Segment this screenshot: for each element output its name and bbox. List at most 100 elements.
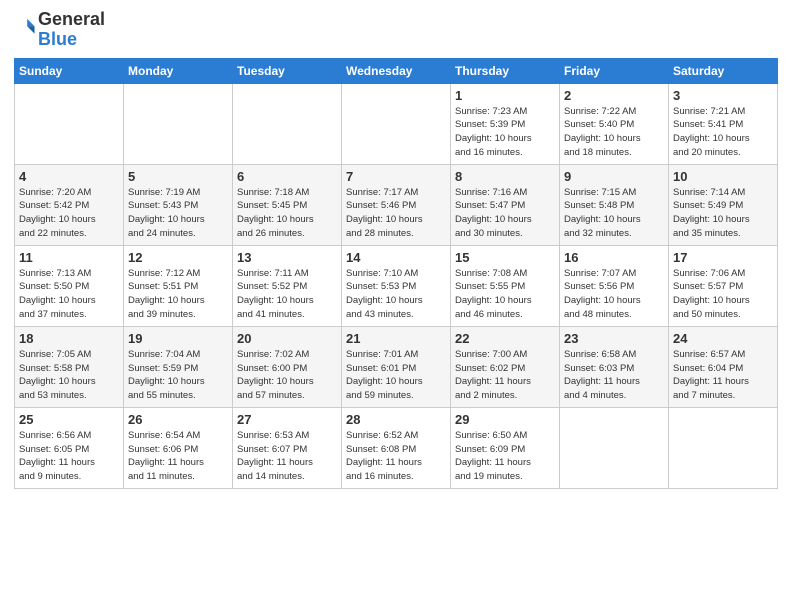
day-cell: 13Sunrise: 7:11 AM Sunset: 5:52 PM Dayli…: [233, 245, 342, 326]
day-info: Sunrise: 6:52 AM Sunset: 6:08 PM Dayligh…: [346, 429, 446, 484]
day-info: Sunrise: 6:56 AM Sunset: 6:05 PM Dayligh…: [19, 429, 119, 484]
logo-icon: [14, 16, 36, 38]
day-cell: 12 Sunrise: 7:12 AM Sunset: 5:51 PM Dayli…: [124, 245, 233, 326]
day-number: 7: [346, 169, 446, 184]
calendar-table: SundayMondayTuesdayWednesdayThursdayFrid…: [14, 58, 778, 489]
day-info: Sunrise: 7:05 AM Sunset: 5:58 PM Dayligh…: [19, 348, 119, 403]
day-number: 26: [128, 412, 228, 427]
day-cell: [15, 83, 124, 164]
day-cell: 24 Sunrise: 6:57 AM Sunset: 6:04 PM Dayli…: [669, 326, 778, 407]
day-number: 3: [673, 88, 773, 103]
day-cell: [669, 407, 778, 488]
day-info: Sunrise: 7:14 AM Sunset: 5:49 PM Dayligh…: [673, 186, 773, 241]
week-row-4: 25Sunrise: 6:56 AM Sunset: 6:05 PM Dayli…: [15, 407, 778, 488]
day-info: Sunrise: 7:06 AM Sunset: 5:57 PM Dayligh…: [673, 267, 773, 322]
day-number: 14: [346, 250, 446, 265]
day-number: 16: [564, 250, 664, 265]
day-info: Sunrise: 7:17 AM Sunset: 5:46 PM Dayligh…: [346, 186, 446, 241]
week-row-3: 18 Sunrise: 7:05 AM Sunset: 5:58 PM Dayli…: [15, 326, 778, 407]
day-number: 20: [237, 331, 337, 346]
day-number: 19: [128, 331, 228, 346]
day-cell: 1 Sunrise: 7:23 AM Sunset: 5:39 PM Daylig…: [451, 83, 560, 164]
day-cell: 9 Sunrise: 7:15 AM Sunset: 5:48 PM Daylig…: [560, 164, 669, 245]
header: General Blue: [14, 10, 778, 50]
day-cell: 4 Sunrise: 7:20 AM Sunset: 5:42 PM Daylig…: [15, 164, 124, 245]
day-header-monday: Monday: [124, 58, 233, 83]
day-cell: 27 Sunrise: 6:53 AM Sunset: 6:07 PM Dayli…: [233, 407, 342, 488]
day-number: 23: [564, 331, 664, 346]
day-cell: 10Sunrise: 7:14 AM Sunset: 5:49 PM Dayli…: [669, 164, 778, 245]
calendar-body: 1 Sunrise: 7:23 AM Sunset: 5:39 PM Daylig…: [15, 83, 778, 488]
calendar-header-row: SundayMondayTuesdayWednesdayThursdayFrid…: [15, 58, 778, 83]
day-number: 11: [19, 250, 119, 265]
day-info: Sunrise: 7:07 AM Sunset: 5:56 PM Dayligh…: [564, 267, 664, 322]
day-cell: 8 Sunrise: 7:16 AM Sunset: 5:47 PM Daylig…: [451, 164, 560, 245]
day-cell: 29Sunrise: 6:50 AM Sunset: 6:09 PM Dayli…: [451, 407, 560, 488]
day-number: 2: [564, 88, 664, 103]
day-info: Sunrise: 7:08 AM Sunset: 5:55 PM Dayligh…: [455, 267, 555, 322]
day-info: Sunrise: 7:21 AM Sunset: 5:41 PM Dayligh…: [673, 105, 773, 160]
day-cell: 20 Sunrise: 7:02 AM Sunset: 6:00 PM Dayli…: [233, 326, 342, 407]
day-header-saturday: Saturday: [669, 58, 778, 83]
day-cell: [233, 83, 342, 164]
day-header-sunday: Sunday: [15, 58, 124, 83]
day-cell: 5 Sunrise: 7:19 AM Sunset: 5:43 PM Daylig…: [124, 164, 233, 245]
day-cell: 25Sunrise: 6:56 AM Sunset: 6:05 PM Dayli…: [15, 407, 124, 488]
day-number: 13: [237, 250, 337, 265]
day-info: Sunrise: 6:53 AM Sunset: 6:07 PM Dayligh…: [237, 429, 337, 484]
page-container: General Blue SundayMondayTuesdayWednesda…: [0, 0, 792, 499]
day-header-wednesday: Wednesday: [342, 58, 451, 83]
day-number: 8: [455, 169, 555, 184]
day-number: 24: [673, 331, 773, 346]
day-header-friday: Friday: [560, 58, 669, 83]
logo-text: General Blue: [38, 10, 105, 50]
day-info: Sunrise: 6:58 AM Sunset: 6:03 PM Dayligh…: [564, 348, 664, 403]
day-info: Sunrise: 7:01 AM Sunset: 6:01 PM Dayligh…: [346, 348, 446, 403]
day-cell: 14 Sunrise: 7:10 AM Sunset: 5:53 PM Dayli…: [342, 245, 451, 326]
day-info: Sunrise: 7:18 AM Sunset: 5:45 PM Dayligh…: [237, 186, 337, 241]
day-info: Sunrise: 7:16 AM Sunset: 5:47 PM Dayligh…: [455, 186, 555, 241]
day-cell: 21 Sunrise: 7:01 AM Sunset: 6:01 PM Dayli…: [342, 326, 451, 407]
logo: General Blue: [14, 10, 105, 50]
day-number: 27: [237, 412, 337, 427]
day-info: Sunrise: 7:20 AM Sunset: 5:42 PM Dayligh…: [19, 186, 119, 241]
day-cell: 18 Sunrise: 7:05 AM Sunset: 5:58 PM Dayli…: [15, 326, 124, 407]
day-number: 15: [455, 250, 555, 265]
day-number: 5: [128, 169, 228, 184]
day-number: 4: [19, 169, 119, 184]
day-info: Sunrise: 7:02 AM Sunset: 6:00 PM Dayligh…: [237, 348, 337, 403]
day-cell: 17 Sunrise: 7:06 AM Sunset: 5:57 PM Dayli…: [669, 245, 778, 326]
day-info: Sunrise: 6:50 AM Sunset: 6:09 PM Dayligh…: [455, 429, 555, 484]
day-cell: [124, 83, 233, 164]
day-info: Sunrise: 7:15 AM Sunset: 5:48 PM Dayligh…: [564, 186, 664, 241]
day-info: Sunrise: 6:57 AM Sunset: 6:04 PM Dayligh…: [673, 348, 773, 403]
day-number: 21: [346, 331, 446, 346]
day-number: 12: [128, 250, 228, 265]
week-row-2: 11 Sunrise: 7:13 AM Sunset: 5:50 PM Dayli…: [15, 245, 778, 326]
day-number: 22: [455, 331, 555, 346]
day-info: Sunrise: 6:54 AM Sunset: 6:06 PM Dayligh…: [128, 429, 228, 484]
day-number: 9: [564, 169, 664, 184]
day-cell: 26 Sunrise: 6:54 AM Sunset: 6:06 PM Dayli…: [124, 407, 233, 488]
day-number: 6: [237, 169, 337, 184]
day-cell: 3 Sunrise: 7:21 AM Sunset: 5:41 PM Daylig…: [669, 83, 778, 164]
day-info: Sunrise: 7:12 AM Sunset: 5:51 PM Dayligh…: [128, 267, 228, 322]
day-cell: 11 Sunrise: 7:13 AM Sunset: 5:50 PM Dayli…: [15, 245, 124, 326]
day-cell: [560, 407, 669, 488]
day-number: 1: [455, 88, 555, 103]
day-header-thursday: Thursday: [451, 58, 560, 83]
day-info: Sunrise: 7:04 AM Sunset: 5:59 PM Dayligh…: [128, 348, 228, 403]
day-info: Sunrise: 7:13 AM Sunset: 5:50 PM Dayligh…: [19, 267, 119, 322]
day-info: Sunrise: 7:19 AM Sunset: 5:43 PM Dayligh…: [128, 186, 228, 241]
day-cell: 16 Sunrise: 7:07 AM Sunset: 5:56 PM Dayli…: [560, 245, 669, 326]
week-row-1: 4 Sunrise: 7:20 AM Sunset: 5:42 PM Daylig…: [15, 164, 778, 245]
day-cell: 22 Sunrise: 7:00 AM Sunset: 6:02 PM Dayli…: [451, 326, 560, 407]
day-info: Sunrise: 7:23 AM Sunset: 5:39 PM Dayligh…: [455, 105, 555, 160]
day-number: 18: [19, 331, 119, 346]
day-info: Sunrise: 7:00 AM Sunset: 6:02 PM Dayligh…: [455, 348, 555, 403]
day-cell: 7 Sunrise: 7:17 AM Sunset: 5:46 PM Daylig…: [342, 164, 451, 245]
day-cell: 15 Sunrise: 7:08 AM Sunset: 5:55 PM Dayli…: [451, 245, 560, 326]
day-cell: 23 Sunrise: 6:58 AM Sunset: 6:03 PM Dayli…: [560, 326, 669, 407]
day-info: Sunrise: 7:10 AM Sunset: 5:53 PM Dayligh…: [346, 267, 446, 322]
day-number: 17: [673, 250, 773, 265]
